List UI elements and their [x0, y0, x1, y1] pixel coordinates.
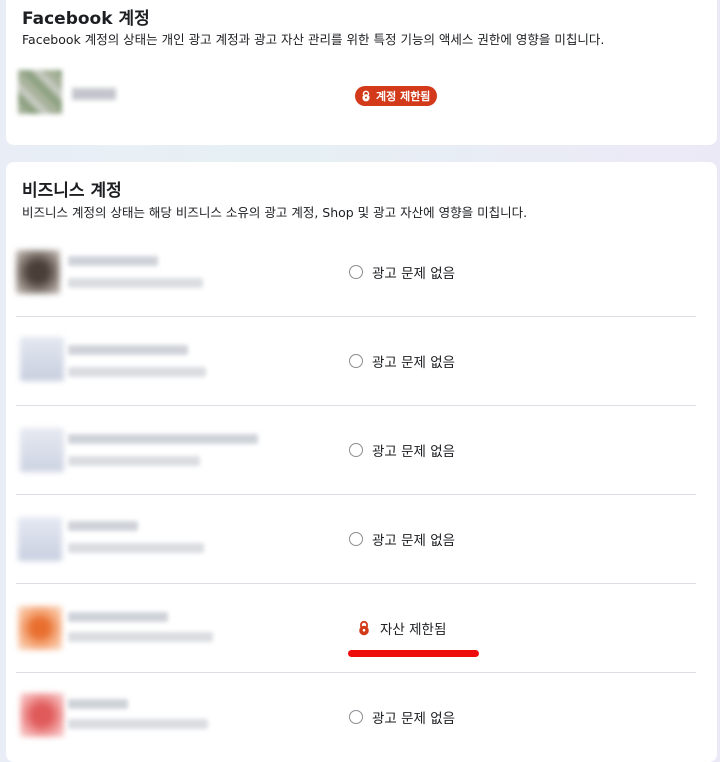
business-status-label: 자산 제한됨 — [380, 622, 447, 638]
business-status-label: 광고 문제 없음 — [372, 355, 456, 371]
business-name-redacted — [68, 345, 188, 355]
business-status-label: 광고 문제 없음 — [372, 533, 456, 549]
business-row[interactable]: 광고 문제 없음 — [16, 673, 696, 761]
profile-name-redacted — [72, 88, 116, 100]
empty-circle-icon — [349, 354, 363, 368]
business-avatar — [20, 337, 64, 381]
business-id-redacted — [68, 543, 204, 553]
business-name-redacted — [68, 612, 168, 622]
business-id-redacted — [68, 719, 208, 729]
business-status: 광고 문제 없음 — [349, 262, 455, 282]
business-status: 광고 문제 없음 — [349, 440, 455, 460]
facebook-account-card: Facebook 계정 Facebook 계정의 상태는 개인 광고 계정과 광… — [6, 0, 717, 145]
business-row[interactable]: 광고 문제 없음 — [16, 228, 696, 316]
business-status: 자산 제한됨 — [357, 618, 446, 638]
business-status-label: 광고 문제 없음 — [372, 711, 456, 727]
business-status: 광고 문제 없음 — [349, 529, 455, 549]
business-name-redacted — [68, 699, 128, 709]
business-row[interactable]: 자산 제한됨 — [16, 584, 696, 672]
business-id-redacted — [68, 632, 213, 642]
facebook-section-description: Facebook 계정의 상태는 개인 광고 계정과 광고 자산 관리를 위한 … — [22, 32, 605, 47]
business-row[interactable]: 광고 문제 없음 — [16, 317, 696, 405]
business-avatar — [20, 693, 64, 737]
business-status: 광고 문제 없음 — [349, 707, 455, 727]
business-id-redacted — [68, 278, 203, 288]
business-id-redacted — [68, 367, 206, 377]
business-row[interactable]: 광고 문제 없음 — [16, 406, 696, 494]
empty-circle-icon — [349, 265, 363, 279]
business-avatar — [20, 428, 64, 472]
account-restricted-badge[interactable]: 계정 제한됨 — [355, 86, 438, 106]
business-avatar — [18, 606, 62, 650]
business-section-title: 비즈니스 계정 — [22, 181, 122, 201]
profile-avatar — [18, 70, 62, 114]
empty-circle-icon — [349, 532, 363, 546]
empty-circle-icon — [349, 710, 363, 724]
highlight-underline — [348, 650, 479, 657]
business-name-redacted — [68, 434, 258, 444]
business-status-label: 광고 문제 없음 — [372, 266, 456, 282]
lock-icon — [362, 90, 370, 102]
business-avatar — [18, 517, 62, 561]
facebook-section-title: Facebook 계정 — [22, 9, 150, 29]
business-status: 광고 문제 없음 — [349, 351, 455, 371]
business-section-description: 비즈니스 계정의 상태는 해당 비즈니스 소유의 광고 계정, Shop 및 광… — [22, 205, 528, 220]
empty-circle-icon — [349, 443, 363, 457]
business-row[interactable]: 광고 문제 없음 — [16, 495, 696, 583]
business-name-redacted — [68, 256, 158, 266]
lock-icon — [359, 620, 369, 636]
business-name-redacted — [68, 521, 138, 531]
business-status-label: 광고 문제 없음 — [372, 444, 456, 460]
account-restricted-label: 계정 제한됨 — [376, 90, 431, 103]
business-avatar — [16, 250, 60, 294]
business-id-redacted — [68, 456, 200, 466]
